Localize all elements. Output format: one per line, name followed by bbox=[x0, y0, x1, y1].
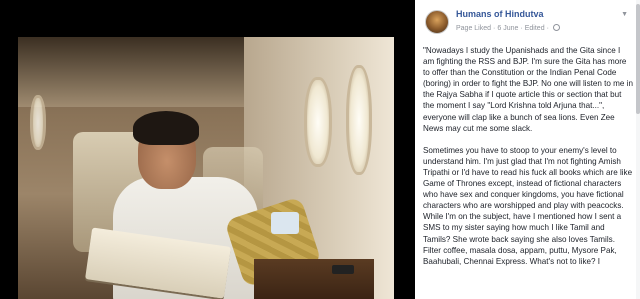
cabin-window bbox=[30, 95, 46, 150]
phone bbox=[332, 265, 354, 274]
edited-label[interactable]: Edited bbox=[525, 25, 545, 32]
cup bbox=[271, 212, 299, 234]
post-header: Humans of Hindutva Page Liked · 6 June · Edi… bbox=[415, 0, 640, 38]
globe-icon bbox=[552, 24, 560, 31]
person-hair bbox=[133, 111, 199, 145]
post-meta: Page Liked · 6 June · Edited · bbox=[456, 24, 560, 32]
page-name-link[interactable]: Humans of Hindutva bbox=[456, 9, 544, 19]
page-avatar-icon[interactable] bbox=[425, 10, 449, 34]
cabin-window bbox=[304, 77, 332, 167]
post-panel: Humans of Hindutva Page Liked · 6 June · Edi… bbox=[415, 0, 640, 299]
chevron-down-icon[interactable]: ▼ bbox=[621, 11, 628, 18]
post-photo[interactable] bbox=[18, 37, 394, 299]
post-paragraph: "Nowadays I study the Upanishads and the… bbox=[423, 46, 633, 133]
cabin-window bbox=[346, 65, 372, 175]
photo-viewer bbox=[0, 0, 415, 299]
post-text: "Nowadays I study the Upanishads and the… bbox=[423, 45, 633, 278]
side-table bbox=[254, 259, 374, 299]
scrollbar[interactable] bbox=[636, 0, 640, 299]
scrollbar-thumb[interactable] bbox=[636, 4, 640, 114]
page-liked-status[interactable]: Page Liked bbox=[456, 25, 491, 32]
post-date[interactable]: 6 June bbox=[497, 25, 518, 32]
post-paragraph: Sometimes you have to stoop to your enem… bbox=[423, 145, 633, 266]
